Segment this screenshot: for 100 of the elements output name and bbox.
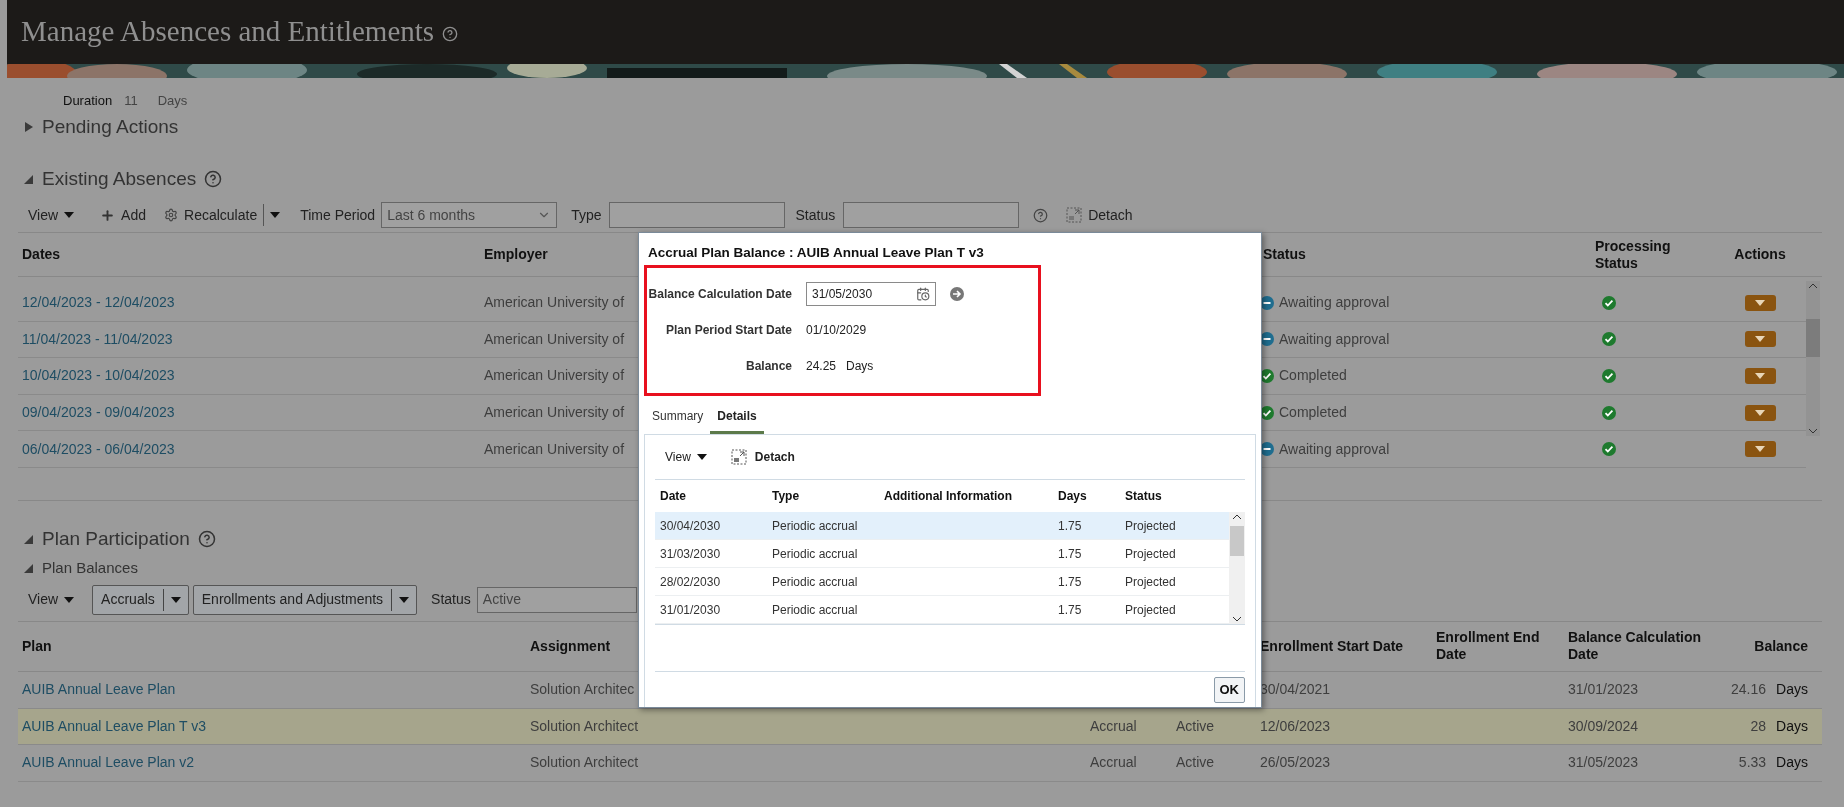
field-label: Balance Calculation Date [647, 286, 792, 303]
status-text: Completed [1279, 403, 1347, 423]
date-range-link[interactable]: 11/04/2023 - 11/04/2023 [18, 328, 484, 350]
scrollbar[interactable] [1806, 281, 1820, 436]
plan-link[interactable]: AUIB Annual Leave Plan v2 [18, 752, 530, 774]
table-cell: American University of [484, 440, 625, 457]
detach-button[interactable]: Detach [730, 448, 795, 466]
status-select[interactable] [843, 202, 1020, 228]
date-range-link[interactable]: 09/04/2023 - 09/04/2023 [18, 402, 484, 424]
table-row[interactable]: AUIB Annual Leave Plan T v3 Solution Architect Accrual Active 12/06/2023 30/09/2024 28 Days [18, 708, 1822, 746]
plan-link[interactable]: AUIB Annual Leave Plan T v3 [18, 715, 530, 737]
table-cell-text: Periodic accrual [772, 517, 859, 535]
actions-button[interactable] [1744, 331, 1776, 348]
status-text: Awaiting approval [1279, 293, 1390, 313]
expand-triangle-icon[interactable] [24, 173, 34, 185]
table-cell-text: Solution Architect [530, 753, 640, 773]
status-select[interactable]: Active [476, 586, 637, 613]
table-cell-text: Periodic accrual [772, 573, 859, 591]
caret-icon [64, 596, 75, 603]
tab[interactable]: Details [710, 407, 764, 434]
split-menu-button[interactable]: Accruals [92, 584, 189, 615]
recalculate-button[interactable]: Recalculate [164, 204, 258, 226]
chevron-down-icon[interactable] [1232, 616, 1242, 622]
actions-button[interactable] [1744, 294, 1776, 311]
dialog-title: Accrual Plan Balance : AUIB Annual Leave Plan T v3 [647, 244, 985, 262]
actions-button[interactable] [1744, 441, 1776, 458]
help-icon[interactable] [442, 26, 459, 42]
column-header: Status [1262, 245, 1307, 264]
table-row[interactable]: 31/01/2030 Periodic accrual 1.75 Projected [655, 596, 1229, 624]
scrollbar-thumb[interactable] [1806, 319, 1820, 357]
table-row[interactable]: 30/04/2030 Periodic accrual 1.75 Projected [655, 512, 1229, 540]
table-cell-text: Projected [1125, 601, 1177, 619]
time-period-select[interactable]: Last 6 months [381, 202, 558, 228]
table-cell-text: Projected [1125, 545, 1177, 563]
column-header: Actions [1733, 245, 1787, 264]
table-cell-text: 1.75 [1058, 517, 1083, 535]
duration-unit: Days [157, 92, 188, 111]
table-cell: American University of [484, 367, 625, 384]
date-field[interactable]: 31/05/2030 [806, 282, 936, 306]
calendar-icon [916, 287, 930, 301]
check-circle-icon [1602, 332, 1616, 347]
view-menu-button[interactable]: View [665, 448, 707, 466]
view-menu-button[interactable]: View [28, 589, 75, 611]
duration-label: Duration [63, 92, 113, 111]
caret-icon [1755, 299, 1765, 306]
caret-icon [1755, 336, 1765, 343]
balance-unit: Days [1776, 753, 1808, 773]
actions-button[interactable] [1744, 404, 1776, 421]
field-label: Balance [744, 358, 792, 375]
caret-icon [64, 212, 75, 218]
table-row[interactable]: 31/03/2030 Periodic accrual 1.75 Projected [655, 540, 1229, 568]
check-circle-icon [1602, 442, 1616, 457]
time-period-label: Time Period [300, 205, 376, 225]
plan-link[interactable]: AUIB Annual Leave Plan [18, 679, 530, 701]
section-title[interactable]: Plan Participation [42, 524, 190, 554]
column-header: Plan [21, 636, 53, 656]
detach-icon [730, 449, 747, 465]
chevron-up-icon[interactable] [1232, 514, 1242, 520]
split-menu-button[interactable]: Enrollments and Adjustments [192, 584, 418, 615]
section-title[interactable]: Pending Actions [42, 112, 179, 142]
field-label: Plan Period Start Date [664, 322, 792, 339]
subsection-title[interactable]: Plan Balances [42, 556, 138, 580]
tab[interactable]: Summary [645, 407, 711, 434]
check-circle-icon [1602, 369, 1616, 383]
column-header: Enrollment Start Date [1260, 636, 1405, 656]
ok-button[interactable]: OK [1213, 676, 1245, 703]
table-cell: Active [1176, 754, 1215, 771]
table-cell-text: Periodic accrual [772, 545, 859, 563]
caret-icon [170, 596, 181, 603]
column-header: Date [660, 488, 687, 505]
date-range-link[interactable]: 10/04/2023 - 10/04/2023 [18, 365, 484, 387]
detach-button[interactable]: Detach [1066, 204, 1133, 226]
expand-triangle-icon[interactable] [24, 121, 34, 133]
status-label: Status [795, 205, 836, 225]
caret-icon [399, 596, 410, 603]
scrollbar-thumb[interactable] [1230, 526, 1244, 556]
help-icon[interactable] [197, 529, 216, 548]
type-select[interactable] [609, 202, 786, 228]
section-title[interactable]: Existing Absences [42, 164, 197, 194]
view-menu-button[interactable]: View [28, 204, 75, 226]
balance-unit: Days [1776, 680, 1808, 700]
table-cell: American University of [484, 404, 625, 421]
date-range-link[interactable]: 12/04/2023 - 12/04/2023 [18, 292, 484, 314]
table-row[interactable]: 28/02/2030 Periodic accrual 1.75 Projected [655, 568, 1229, 596]
table-cell-text: 1.75 [1058, 573, 1083, 591]
add-button[interactable]: Add [100, 204, 146, 226]
balance-value: 24.16 [1731, 680, 1767, 700]
table-cell-text: 31/01/2030 [660, 601, 722, 619]
arrow-right-circle-icon[interactable] [950, 287, 964, 301]
column-header: Type [772, 488, 801, 505]
field-unit: Days [846, 358, 874, 375]
balance-value: 5.33 [1738, 753, 1767, 773]
field-value: 01/10/2029 [806, 322, 867, 339]
scrollbar[interactable] [1229, 512, 1245, 624]
help-icon[interactable] [204, 170, 223, 188]
check-circle-icon [1602, 295, 1616, 310]
table-cell-text: 12/06/2023 [1260, 716, 1332, 736]
actions-button[interactable] [1744, 368, 1776, 384]
help-icon[interactable] [1033, 207, 1049, 223]
date-range-link[interactable]: 06/04/2023 - 06/04/2023 [18, 438, 484, 460]
